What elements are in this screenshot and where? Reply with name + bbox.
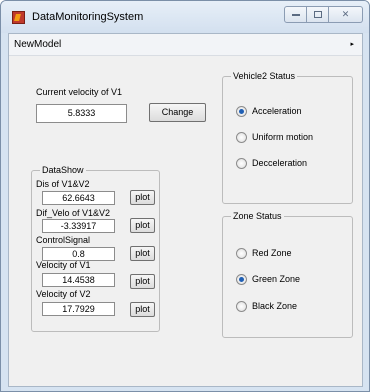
app-window: DataMonitoringSystem ✕ NewModel ▸ Curren…	[0, 0, 370, 392]
dis-value-field[interactable]: 62.6643	[42, 191, 115, 205]
title-bar: DataMonitoringSystem ✕	[1, 1, 369, 33]
velocity-v2-value-field[interactable]: 17.7929	[42, 302, 115, 316]
row-label-velocity-v2: Velocity of V2	[36, 289, 91, 299]
row-label-dif-velo: Dif_Velo of V1&V2	[36, 208, 111, 218]
radio-green-zone-label: Green Zone	[252, 274, 301, 284]
radio-black-zone-label: Black Zone	[252, 301, 298, 311]
plot-button-dif-velo[interactable]: plot	[130, 218, 155, 233]
velocity-v1-value-field[interactable]: 14.4538	[42, 273, 115, 287]
close-icon: ✕	[341, 9, 350, 19]
client-area: NewModel ▸ Current velocity of V1 5.8333…	[8, 33, 363, 387]
change-button[interactable]: Change	[149, 103, 206, 122]
menu-arrow-icon[interactable]: ▸	[350, 40, 354, 48]
close-button[interactable]: ✕	[329, 6, 363, 23]
dif-velo-value-field[interactable]: -3.33917	[42, 219, 115, 233]
plot-button-velocity-v1[interactable]: plot	[130, 274, 155, 289]
maximize-icon	[313, 11, 322, 19]
row-label-dis: Dis of V1&V2	[36, 179, 90, 189]
current-velocity-label: Current velocity of V1	[36, 87, 123, 97]
plot-button-velocity-v2[interactable]: plot	[130, 302, 155, 317]
minimize-button[interactable]	[284, 6, 307, 23]
radio-uniform-motion-indicator[interactable]	[236, 132, 247, 143]
row-label-velocity-v1: Velocity of V1	[36, 260, 91, 270]
radio-decceleration-indicator[interactable]	[236, 158, 247, 169]
datashow-group: DataShow Dis of V1&V2 62.6643 plot Dif_V…	[31, 165, 160, 332]
menu-bar: NewModel ▸	[9, 34, 362, 56]
row-label-control-signal: ControlSignal	[36, 235, 91, 245]
maximize-button[interactable]	[307, 6, 329, 23]
window-title: DataMonitoringSystem	[32, 11, 144, 23]
menu-item-newmodel[interactable]: NewModel	[14, 39, 61, 50]
radio-red-zone-indicator[interactable]	[236, 248, 247, 259]
plot-button-control-signal[interactable]: plot	[130, 246, 155, 261]
plot-button-dis[interactable]: plot	[130, 190, 155, 205]
radio-acceleration-indicator[interactable]	[236, 106, 247, 117]
radio-uniform-motion-label: Uniform motion	[252, 132, 314, 142]
current-velocity-field[interactable]: 5.8333	[36, 104, 127, 123]
radio-acceleration-label: Acceleration	[252, 106, 302, 116]
radio-green-zone-indicator[interactable]	[236, 274, 247, 285]
zone-status-title: Zone Status	[231, 211, 284, 221]
control-signal-value-field[interactable]: 0.8	[42, 247, 115, 261]
vehicle2-status-group: Vehicle2 Status Acceleration Uniform mot…	[222, 71, 353, 204]
radio-black-zone-indicator[interactable]	[236, 301, 247, 312]
datashow-title: DataShow	[40, 165, 86, 175]
vehicle2-status-title: Vehicle2 Status	[231, 71, 298, 81]
minimize-icon	[291, 13, 300, 16]
zone-status-group: Zone Status Red Zone Green Zone Black Zo…	[222, 211, 353, 338]
radio-decceleration-label: Decceleration	[252, 158, 308, 168]
radio-red-zone-label: Red Zone	[252, 248, 292, 258]
app-icon	[12, 11, 25, 24]
